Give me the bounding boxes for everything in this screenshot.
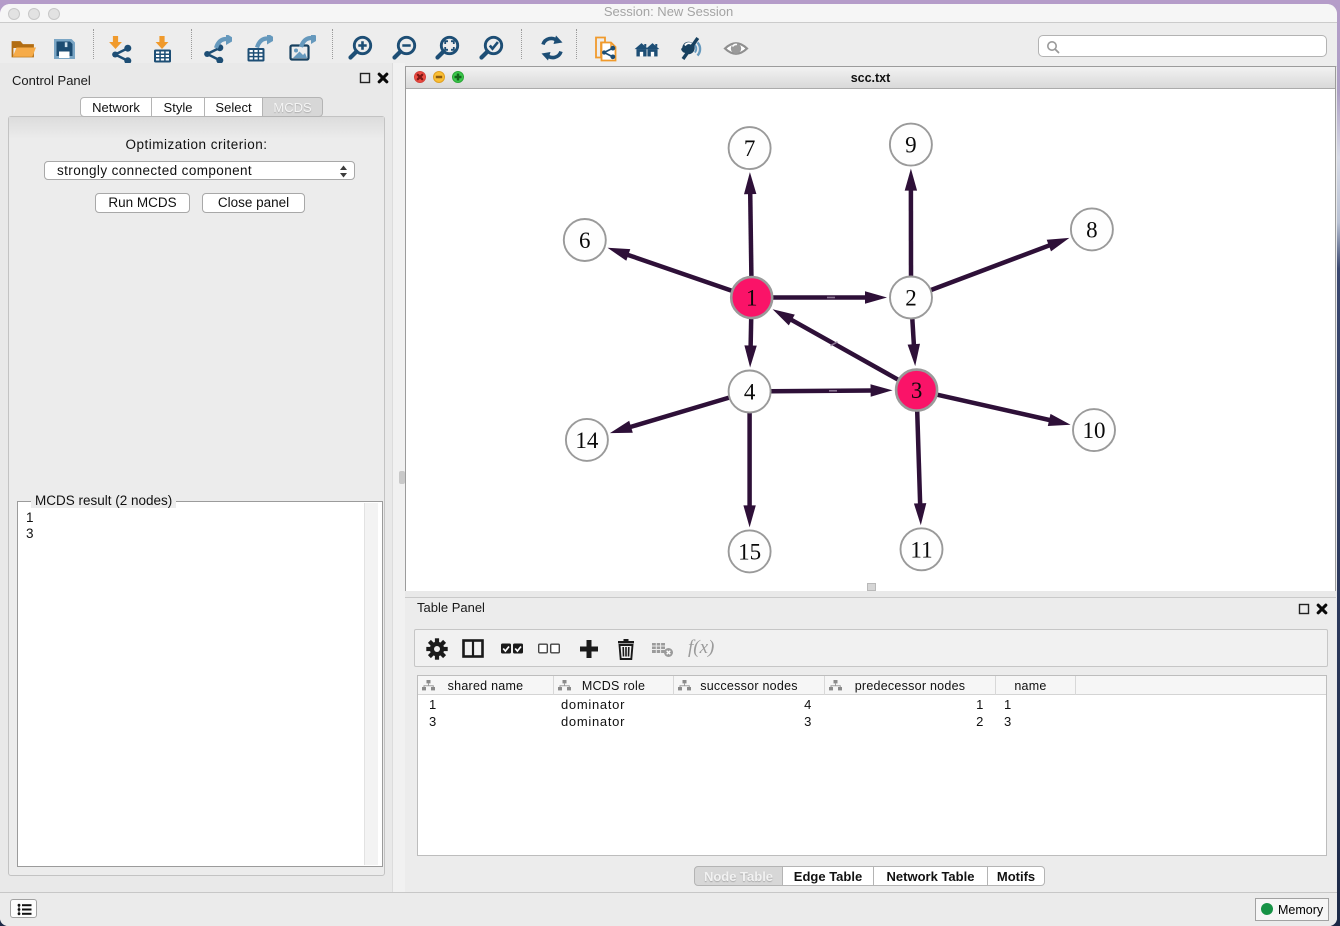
svg-text:6: 6 (579, 228, 591, 253)
svg-text:15: 15 (738, 539, 761, 564)
svg-text:1: 1 (746, 286, 758, 311)
svg-text:8: 8 (1086, 217, 1098, 242)
svg-text:3: 3 (911, 378, 923, 403)
svg-text:10: 10 (1083, 418, 1106, 443)
svg-text:7: 7 (744, 136, 756, 161)
svg-text:2: 2 (905, 286, 917, 311)
svg-text:9: 9 (905, 133, 917, 158)
svg-text:11: 11 (910, 537, 932, 562)
svg-text:4: 4 (744, 380, 756, 405)
svg-text:14: 14 (575, 428, 599, 453)
